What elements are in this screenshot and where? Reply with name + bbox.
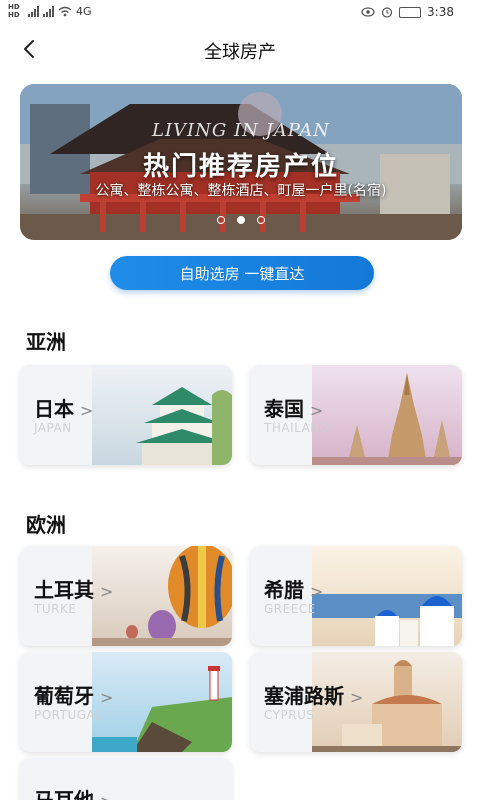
thailand-temple-image [312, 365, 462, 465]
santorini-image [312, 546, 462, 646]
country-card-turkey[interactable]: 土耳其 > TURKE [20, 546, 232, 646]
chevron-right-icon: > [100, 582, 114, 601]
country-card-greece[interactable]: 希腊 > GREECE [250, 546, 462, 646]
card-english-name: TURKE [34, 602, 77, 616]
chevron-right-icon: > [310, 401, 324, 420]
status-bar: HD HD 4G 3:38 [0, 0, 480, 26]
hero-banner[interactable]: LIVING IN JAPAN 热门推荐房产位 公寓、整栋公寓、整栋酒店、町屋一… [20, 84, 462, 240]
battery-icon [399, 6, 422, 18]
banner-title: 热门推荐房产位 [142, 152, 339, 182]
banner-eyebrow: LIVING IN JAPAN [151, 120, 331, 141]
card-english-name: PORTUGAL [34, 708, 103, 722]
card-name: 马耳他> [34, 784, 113, 800]
section-title-asia: 亚洲 [20, 326, 80, 355]
card-name: 塞浦路斯 > [264, 684, 364, 708]
chevron-right-icon: > [80, 401, 94, 420]
country-card-thailand[interactable]: 泰国 > THAILAND [250, 365, 462, 465]
section-title-text: 亚洲 [26, 330, 66, 354]
chevron-right-icon: > [350, 688, 364, 707]
page-title: 全球房产 [204, 42, 276, 63]
section-title-europe: 欧洲 [20, 509, 80, 538]
header: 全球房产 [0, 26, 480, 72]
alarm-icon [381, 7, 393, 18]
card-name: 日本 > [34, 397, 94, 421]
eye-icon [361, 7, 375, 17]
banner-subtitle: 公寓、整栋公寓、整栋酒店、町屋一户里(名宿) [95, 183, 387, 199]
card-english-name: CYPRUS [264, 708, 315, 722]
chevron-right-icon: > [100, 688, 114, 707]
country-card-japan[interactable]: 日本 > JAPAN [20, 365, 232, 465]
carousel-dots [20, 216, 462, 224]
card-name: 葡萄牙 > [34, 684, 114, 708]
signal-icon [28, 6, 39, 17]
status-right: 3:38 [361, 5, 454, 19]
status-left: 4G [28, 5, 92, 18]
section-title-text: 欧洲 [26, 513, 66, 537]
carousel-dot-active[interactable] [237, 216, 245, 224]
japan-castle-image [92, 365, 232, 465]
country-card-cyprus[interactable]: 塞浦路斯 > CYPRUS [250, 652, 462, 752]
card-english-name: JAPAN [34, 421, 72, 435]
network-speed: 4G [76, 5, 92, 18]
chevron-right-icon: > [310, 582, 324, 601]
carousel-dot[interactable] [217, 216, 225, 224]
clock: 3:38 [427, 5, 454, 19]
signal-icon [43, 6, 54, 17]
card-name: 土耳其 > [34, 578, 114, 602]
card-english-name: THAILAND [264, 421, 330, 435]
chevron-right-icon: > [100, 792, 113, 800]
country-card-portugal[interactable]: 葡萄牙 > PORTUGAL [20, 652, 232, 752]
card-name: 泰国 > [264, 397, 324, 421]
carousel-dot[interactable] [257, 216, 265, 224]
card-english-name: GREECE [264, 602, 316, 616]
country-card-malta[interactable]: 马耳他> [20, 758, 232, 800]
card-name: 希腊 > [264, 578, 324, 602]
hd-indicator: HD HD [8, 3, 20, 19]
self-select-button[interactable]: 自助选房 一键直达 [110, 256, 374, 290]
wifi-icon [58, 6, 72, 17]
